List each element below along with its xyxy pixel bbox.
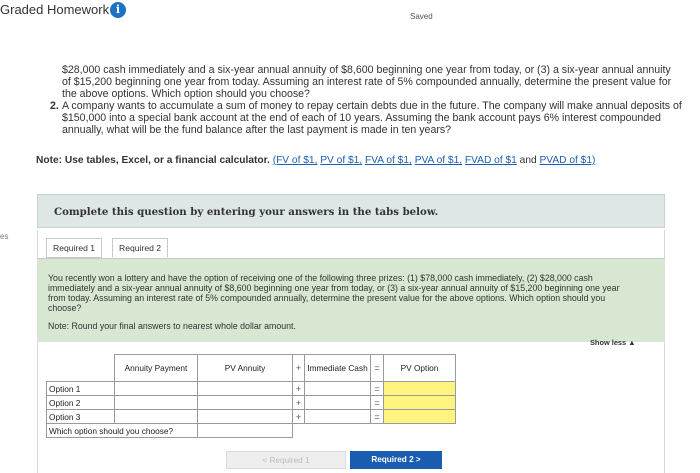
which-option-label: Which option should you choose? — [46, 423, 198, 438]
answer-table: Annuity Payment PV Annuity + Immediate C… — [46, 354, 456, 438]
prompt-box: You recently won a lottery and have the … — [37, 258, 665, 342]
operator-equals: = — [370, 381, 384, 396]
input-option-3-immediate-cash[interactable] — [304, 409, 371, 424]
header-pv-option: PV Option — [383, 354, 456, 382]
next-required-2-button[interactable]: Required 2 > — [350, 451, 442, 469]
row-label-option-3: Option 3 — [46, 409, 115, 424]
question-2-text: A company wants to accumulate a sum of m… — [62, 100, 682, 136]
prev-required-1-button[interactable]: < Required 1 — [226, 451, 346, 469]
tab-required-2[interactable]: Required 2 — [112, 238, 169, 258]
tab-required-1[interactable]: Required 1 — [46, 238, 103, 258]
top-bar: Graded Homework i Saved — [0, 0, 700, 34]
header-blank — [47, 355, 115, 382]
operator-equals: = — [370, 409, 384, 424]
input-option-2-immediate-cash[interactable] — [304, 395, 371, 410]
input-option-2-annuity-payment[interactable] — [114, 395, 198, 410]
header-plus: + — [292, 354, 305, 382]
prompt-text: You recently won a lottery and have the … — [48, 273, 620, 313]
operator-equals: = — [370, 395, 384, 410]
blank-cell — [371, 424, 384, 438]
input-option-1-annuity-payment[interactable] — [114, 381, 198, 396]
header-annuity-payment: Annuity Payment — [114, 354, 198, 382]
table-row-which-option: Which option should you choose? — [46, 423, 456, 438]
instruction-text: Complete this question by entering your … — [54, 206, 439, 218]
page-title: Graded Homework — [0, 2, 110, 17]
operator-plus: + — [292, 381, 305, 396]
input-option-3-pv-option[interactable] — [383, 409, 456, 424]
which-option-select[interactable] — [197, 423, 293, 438]
header-pv-annuity: PV Annuity — [197, 354, 293, 382]
link-fva[interactable]: FVA of $1, — [365, 155, 412, 166]
input-option-1-pv-option[interactable] — [383, 381, 456, 396]
table-row: Option 1 + = — [46, 381, 456, 396]
link-and: and — [519, 155, 537, 166]
question-2: 2. A company wants to accumulate a sum o… — [50, 100, 682, 136]
link-fv[interactable]: (FV of $1, — [273, 155, 318, 166]
saved-status: Saved — [410, 12, 433, 21]
instruction-box: Complete this question by entering your … — [37, 194, 665, 228]
link-pvad[interactable]: PVAD of $1) — [540, 155, 596, 166]
header-equals: = — [370, 354, 384, 382]
question-1-text: $28,000 cash immediately and a six-year … — [62, 64, 672, 100]
link-pv[interactable]: PV of $1, — [320, 155, 362, 166]
operator-plus: + — [292, 409, 305, 424]
blank-cell — [305, 424, 371, 438]
input-option-2-pv-annuity[interactable] — [197, 395, 293, 410]
input-option-1-immediate-cash[interactable] — [304, 381, 371, 396]
input-option-2-pv-option[interactable] — [383, 395, 456, 410]
row-label-option-1: Option 1 — [46, 381, 115, 396]
link-pva[interactable]: PVA of $1, — [415, 155, 462, 166]
header-immediate-cash: Immediate Cash — [304, 354, 371, 382]
side-label: es — [0, 232, 9, 241]
note-line: Note: Use tables, Excel, or a financial … — [36, 155, 676, 167]
operator-plus: + — [292, 395, 305, 410]
note-label: Note: Use tables, Excel, or a financial … — [36, 155, 270, 166]
blank-cell — [384, 424, 456, 438]
question-2-number: 2. — [50, 100, 59, 112]
link-fvad[interactable]: FVAD of $1 — [465, 155, 517, 166]
blank-cell — [293, 424, 305, 438]
info-icon[interactable]: i — [110, 2, 126, 18]
show-less-link[interactable]: Show less ▲ — [590, 338, 636, 347]
input-option-3-annuity-payment[interactable] — [114, 409, 198, 424]
prompt-note: Note: Round your final answers to neares… — [48, 321, 296, 331]
input-option-3-pv-annuity[interactable] — [197, 409, 293, 424]
row-label-option-2: Option 2 — [46, 395, 115, 410]
table-row: Option 2 + = — [46, 395, 456, 410]
table-header-row: Annuity Payment PV Annuity + Immediate C… — [47, 354, 456, 382]
table-row: Option 3 + = — [46, 409, 456, 424]
input-option-1-pv-annuity[interactable] — [197, 381, 293, 396]
